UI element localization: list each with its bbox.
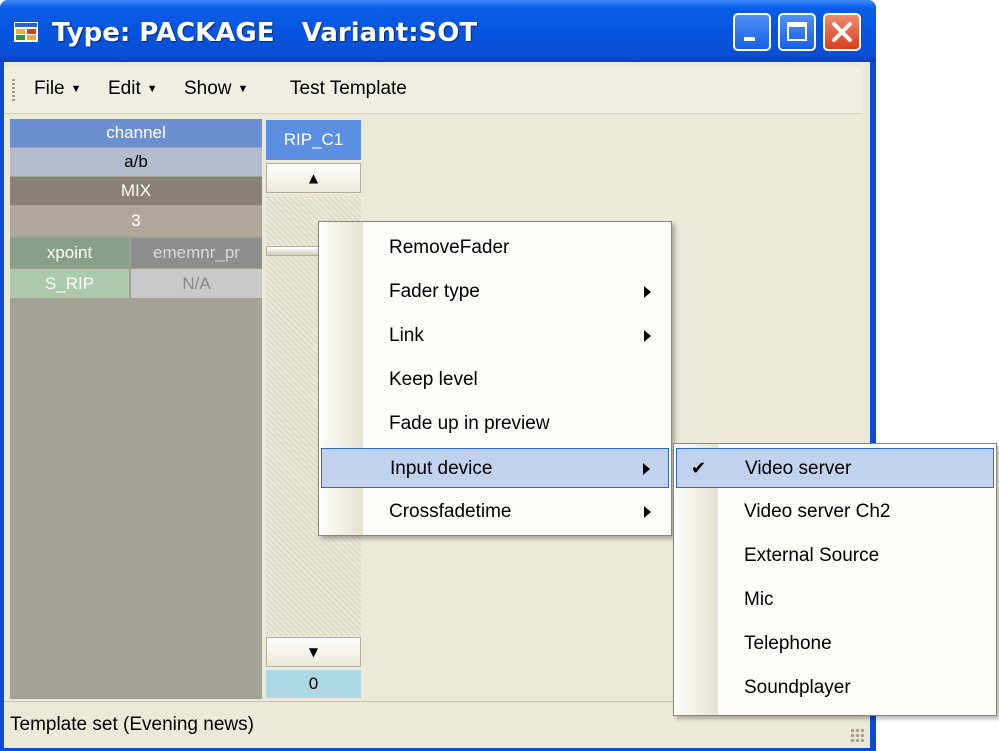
xpoint-header: xpoint bbox=[10, 238, 129, 268]
chevron-down-icon: ▼ bbox=[146, 83, 158, 95]
window-title: Type: PACKAGE Variant:SOT bbox=[52, 18, 478, 48]
channel-number[interactable]: 3 bbox=[10, 206, 262, 236]
menu-item-keep-level[interactable]: Keep level bbox=[321, 360, 669, 400]
fader-context-menu: RemoveFader Fader type Link Keep level F… bbox=[318, 221, 672, 536]
triangle-up-icon: ▲ bbox=[308, 171, 319, 185]
title-bar[interactable]: Type: PACKAGE Variant:SOT bbox=[0, 0, 876, 62]
submenu-arrow-icon bbox=[644, 330, 651, 342]
ememnr-value[interactable]: N/A bbox=[131, 269, 262, 298]
menu-item-fader-type[interactable]: Fader type bbox=[321, 272, 669, 312]
maximize-icon bbox=[787, 22, 807, 41]
close-icon bbox=[832, 22, 852, 42]
fader-strip-label[interactable]: RIP_C1 bbox=[266, 120, 361, 160]
menu-item-crossfadetime[interactable]: Crossfadetime bbox=[321, 492, 669, 532]
menu-item-input-device[interactable]: Input device bbox=[321, 448, 669, 488]
submenu-arrow-icon bbox=[644, 506, 651, 518]
input-device-submenu: ✔ Video server Video server Ch2 External … bbox=[673, 443, 997, 716]
status-text: Template set (Evening news) bbox=[10, 714, 254, 735]
menu-item-video-server[interactable]: ✔ Video server bbox=[676, 448, 994, 488]
menu-item-link[interactable]: Link bbox=[321, 316, 669, 356]
close-button[interactable] bbox=[823, 13, 861, 51]
menu-test-template[interactable]: Test Template bbox=[290, 78, 407, 100]
channel-ab[interactable]: a/b bbox=[10, 148, 262, 176]
ememnr-header: ememnr_pr bbox=[131, 238, 262, 268]
fader-handle[interactable] bbox=[266, 246, 322, 256]
submenu-arrow-icon bbox=[644, 286, 651, 298]
menu-item-fade-up-in-preview[interactable]: Fade up in preview bbox=[321, 404, 669, 444]
menu-file[interactable]: File ▼ bbox=[34, 78, 82, 100]
menu-edit[interactable]: Edit ▼ bbox=[108, 78, 158, 100]
fader-up-button[interactable]: ▲ bbox=[266, 163, 361, 193]
triangle-down-icon: ▼ bbox=[308, 645, 319, 659]
app-icon bbox=[14, 22, 38, 42]
menu-item-mic[interactable]: Mic bbox=[676, 580, 994, 620]
menu-item-external-source[interactable]: External Source bbox=[676, 536, 994, 576]
channel-mix[interactable]: MIX bbox=[10, 177, 262, 205]
xpoint-value[interactable]: S_RIP bbox=[10, 269, 129, 298]
toolbar-grip[interactable] bbox=[12, 79, 15, 101]
submenu-arrow-icon bbox=[643, 463, 650, 475]
minimize-button[interactable] bbox=[733, 13, 771, 51]
menu-item-video-server-ch2[interactable]: Video server Ch2 bbox=[676, 492, 994, 532]
chevron-down-icon: ▼ bbox=[70, 83, 82, 95]
resize-grip-icon[interactable] bbox=[850, 728, 864, 742]
menu-bar: File ▼ Edit ▼ Show ▼ Test Template bbox=[4, 67, 862, 114]
menu-show[interactable]: Show ▼ bbox=[184, 78, 248, 100]
minimize-icon bbox=[744, 37, 755, 41]
chevron-down-icon: ▼ bbox=[237, 83, 249, 95]
menu-item-remove-fader[interactable]: RemoveFader bbox=[321, 228, 669, 268]
checkmark-icon: ✔ bbox=[691, 458, 707, 479]
menu-item-telephone[interactable]: Telephone bbox=[676, 624, 994, 664]
fader-down-button[interactable]: ▼ bbox=[266, 637, 361, 667]
menu-item-soundplayer[interactable]: Soundplayer bbox=[676, 668, 994, 708]
maximize-button[interactable] bbox=[778, 13, 816, 51]
channel-header[interactable]: channel bbox=[10, 119, 262, 147]
fader-value[interactable]: 0 bbox=[266, 670, 361, 698]
